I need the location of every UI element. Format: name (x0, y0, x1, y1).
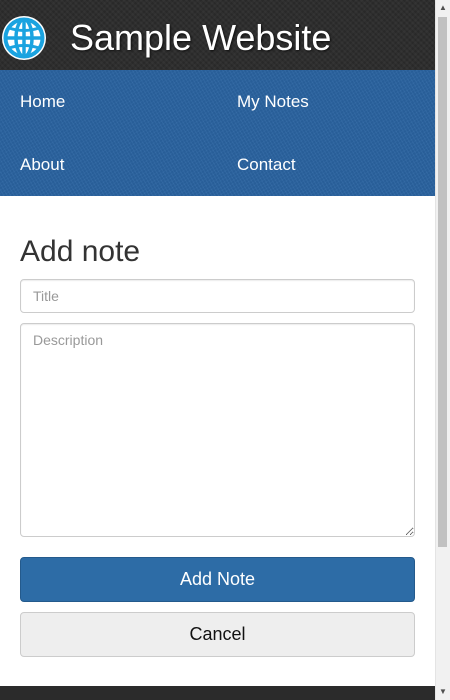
description-textarea[interactable] (20, 323, 415, 537)
site-title: Sample Website (70, 17, 332, 58)
nav-item-my-notes[interactable]: My Notes (237, 92, 309, 112)
site-footer (0, 686, 435, 700)
add-note-button[interactable]: Add Note (20, 557, 415, 602)
nav-item-contact[interactable]: Contact (237, 155, 296, 175)
title-input[interactable] (20, 279, 415, 313)
main-nav: Home My Notes About Contact (0, 70, 435, 196)
scrollbar-thumb[interactable] (438, 17, 447, 547)
vertical-scrollbar[interactable]: ▲ ▼ (435, 0, 450, 700)
cancel-button[interactable]: Cancel (20, 612, 415, 657)
page: Sample Website Home My Notes About Conta… (0, 0, 435, 700)
nav-item-home[interactable]: Home (20, 92, 65, 112)
page-title: Add note (20, 235, 141, 268)
scroll-down-arrow-icon[interactable]: ▼ (436, 684, 450, 700)
nav-item-about[interactable]: About (20, 155, 64, 175)
globe-icon[interactable] (0, 14, 48, 62)
site-header: Sample Website (0, 0, 435, 70)
scroll-up-arrow-icon[interactable]: ▲ (436, 0, 450, 16)
